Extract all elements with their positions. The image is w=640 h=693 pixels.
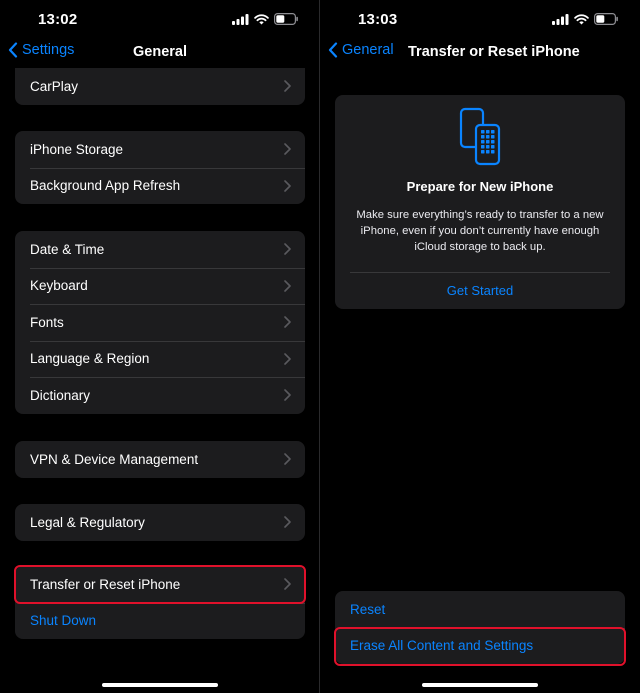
settings-group-transfer: Transfer or Reset iPhone Shut Down bbox=[15, 566, 305, 639]
get-started-button[interactable]: Get Started bbox=[335, 283, 625, 298]
chevron-left-icon bbox=[328, 42, 338, 58]
status-icons bbox=[232, 13, 298, 25]
chevron-right-icon bbox=[284, 578, 291, 590]
cellular-signal-icon bbox=[552, 13, 569, 25]
general-settings-screen: 13:02 Settings General CarPlay iPhone St… bbox=[0, 0, 320, 693]
settings-row-date-time[interactable]: Date & Time bbox=[15, 231, 305, 268]
erase-all-content-button[interactable]: Erase All Content and Settings bbox=[335, 627, 625, 665]
reset-button[interactable]: Reset bbox=[335, 591, 625, 628]
row-label: Legal & Regulatory bbox=[30, 514, 145, 530]
two-phones-icon bbox=[459, 107, 501, 166]
chevron-right-icon bbox=[284, 453, 291, 465]
status-icons bbox=[552, 13, 618, 25]
row-label: Date & Time bbox=[30, 241, 105, 257]
row-label: Dictionary bbox=[30, 387, 91, 403]
battery-icon bbox=[594, 13, 618, 25]
row-label: Reset bbox=[350, 601, 386, 617]
settings-row-keyboard[interactable]: Keyboard bbox=[15, 267, 305, 305]
row-label: CarPlay bbox=[30, 78, 79, 94]
row-label: Background App Refresh bbox=[30, 178, 181, 194]
row-label: Shut Down bbox=[30, 613, 97, 629]
wifi-icon bbox=[254, 13, 269, 24]
chevron-right-icon bbox=[284, 80, 291, 92]
navigation-bar: General Transfer or Reset iPhone bbox=[320, 38, 640, 66]
home-indicator bbox=[102, 683, 218, 687]
reset-actions-group: Reset Erase All Content and Settings bbox=[335, 591, 625, 664]
card-separator bbox=[350, 272, 610, 273]
navigation-bar: Settings General bbox=[0, 38, 320, 66]
row-label: Keyboard bbox=[30, 278, 88, 294]
status-bar: 13:03 bbox=[320, 0, 640, 38]
settings-row-iphone-storage[interactable]: iPhone Storage bbox=[15, 131, 305, 168]
page-title: General bbox=[133, 44, 187, 60]
settings-row-carplay[interactable]: CarPlay bbox=[15, 68, 305, 105]
chevron-right-icon bbox=[284, 179, 291, 192]
chevron-right-icon bbox=[284, 516, 291, 528]
settings-group-legal: Legal & Regulatory bbox=[15, 504, 305, 541]
transfer-reset-screen: 13:03 General Transfer or Reset iPhone P… bbox=[320, 0, 640, 693]
row-label: Language & Region bbox=[30, 351, 150, 367]
wifi-icon bbox=[574, 13, 589, 24]
row-label: Transfer or Reset iPhone bbox=[30, 576, 181, 592]
row-label: Fonts bbox=[30, 314, 64, 330]
status-time: 13:03 bbox=[358, 11, 398, 28]
chevron-right-icon bbox=[284, 389, 291, 401]
settings-group-vpn: VPN & Device Management bbox=[15, 441, 305, 478]
settings-row-fonts[interactable]: Fonts bbox=[15, 304, 305, 341]
chevron-right-icon bbox=[284, 279, 291, 292]
settings-group-storage: iPhone Storage Background App Refresh bbox=[15, 131, 305, 204]
chevron-right-icon bbox=[284, 243, 291, 255]
settings-row-background-app-refresh[interactable]: Background App Refresh bbox=[15, 167, 305, 205]
row-label: Erase All Content and Settings bbox=[350, 638, 534, 654]
settings-row-language-region[interactable]: Language & Region bbox=[15, 340, 305, 378]
battery-icon bbox=[274, 13, 298, 25]
row-label: VPN & Device Management bbox=[30, 451, 199, 467]
settings-row-dictionary[interactable]: Dictionary bbox=[15, 377, 305, 414]
back-button[interactable]: General bbox=[328, 42, 394, 58]
status-bar: 13:02 bbox=[0, 0, 320, 38]
card-title: Prepare for New iPhone bbox=[406, 179, 554, 194]
shut-down-button[interactable]: Shut Down bbox=[15, 602, 305, 640]
settings-group-locale: Date & Time Keyboard Fonts Language & Re… bbox=[15, 231, 305, 414]
page-title: Transfer or Reset iPhone bbox=[408, 44, 580, 60]
row-label: iPhone Storage bbox=[30, 141, 124, 157]
back-button-label: General bbox=[342, 42, 394, 58]
home-indicator bbox=[422, 683, 538, 687]
card-description: Make sure everything’s ready to transfer… bbox=[356, 209, 604, 253]
chevron-right-icon bbox=[284, 316, 291, 328]
settings-group-carplay: CarPlay bbox=[15, 68, 305, 105]
settings-row-transfer-or-reset-iphone[interactable]: Transfer or Reset iPhone bbox=[15, 566, 305, 603]
chevron-right-icon bbox=[284, 143, 291, 155]
status-time: 13:02 bbox=[38, 11, 78, 28]
cellular-signal-icon bbox=[232, 13, 249, 25]
settings-row-legal-regulatory[interactable]: Legal & Regulatory bbox=[15, 504, 305, 541]
prepare-new-iphone-card: Prepare for New iPhone Make sure everyth… bbox=[335, 95, 625, 309]
settings-row-vpn-device-management[interactable]: VPN & Device Management bbox=[15, 441, 305, 478]
chevron-right-icon bbox=[284, 352, 291, 365]
